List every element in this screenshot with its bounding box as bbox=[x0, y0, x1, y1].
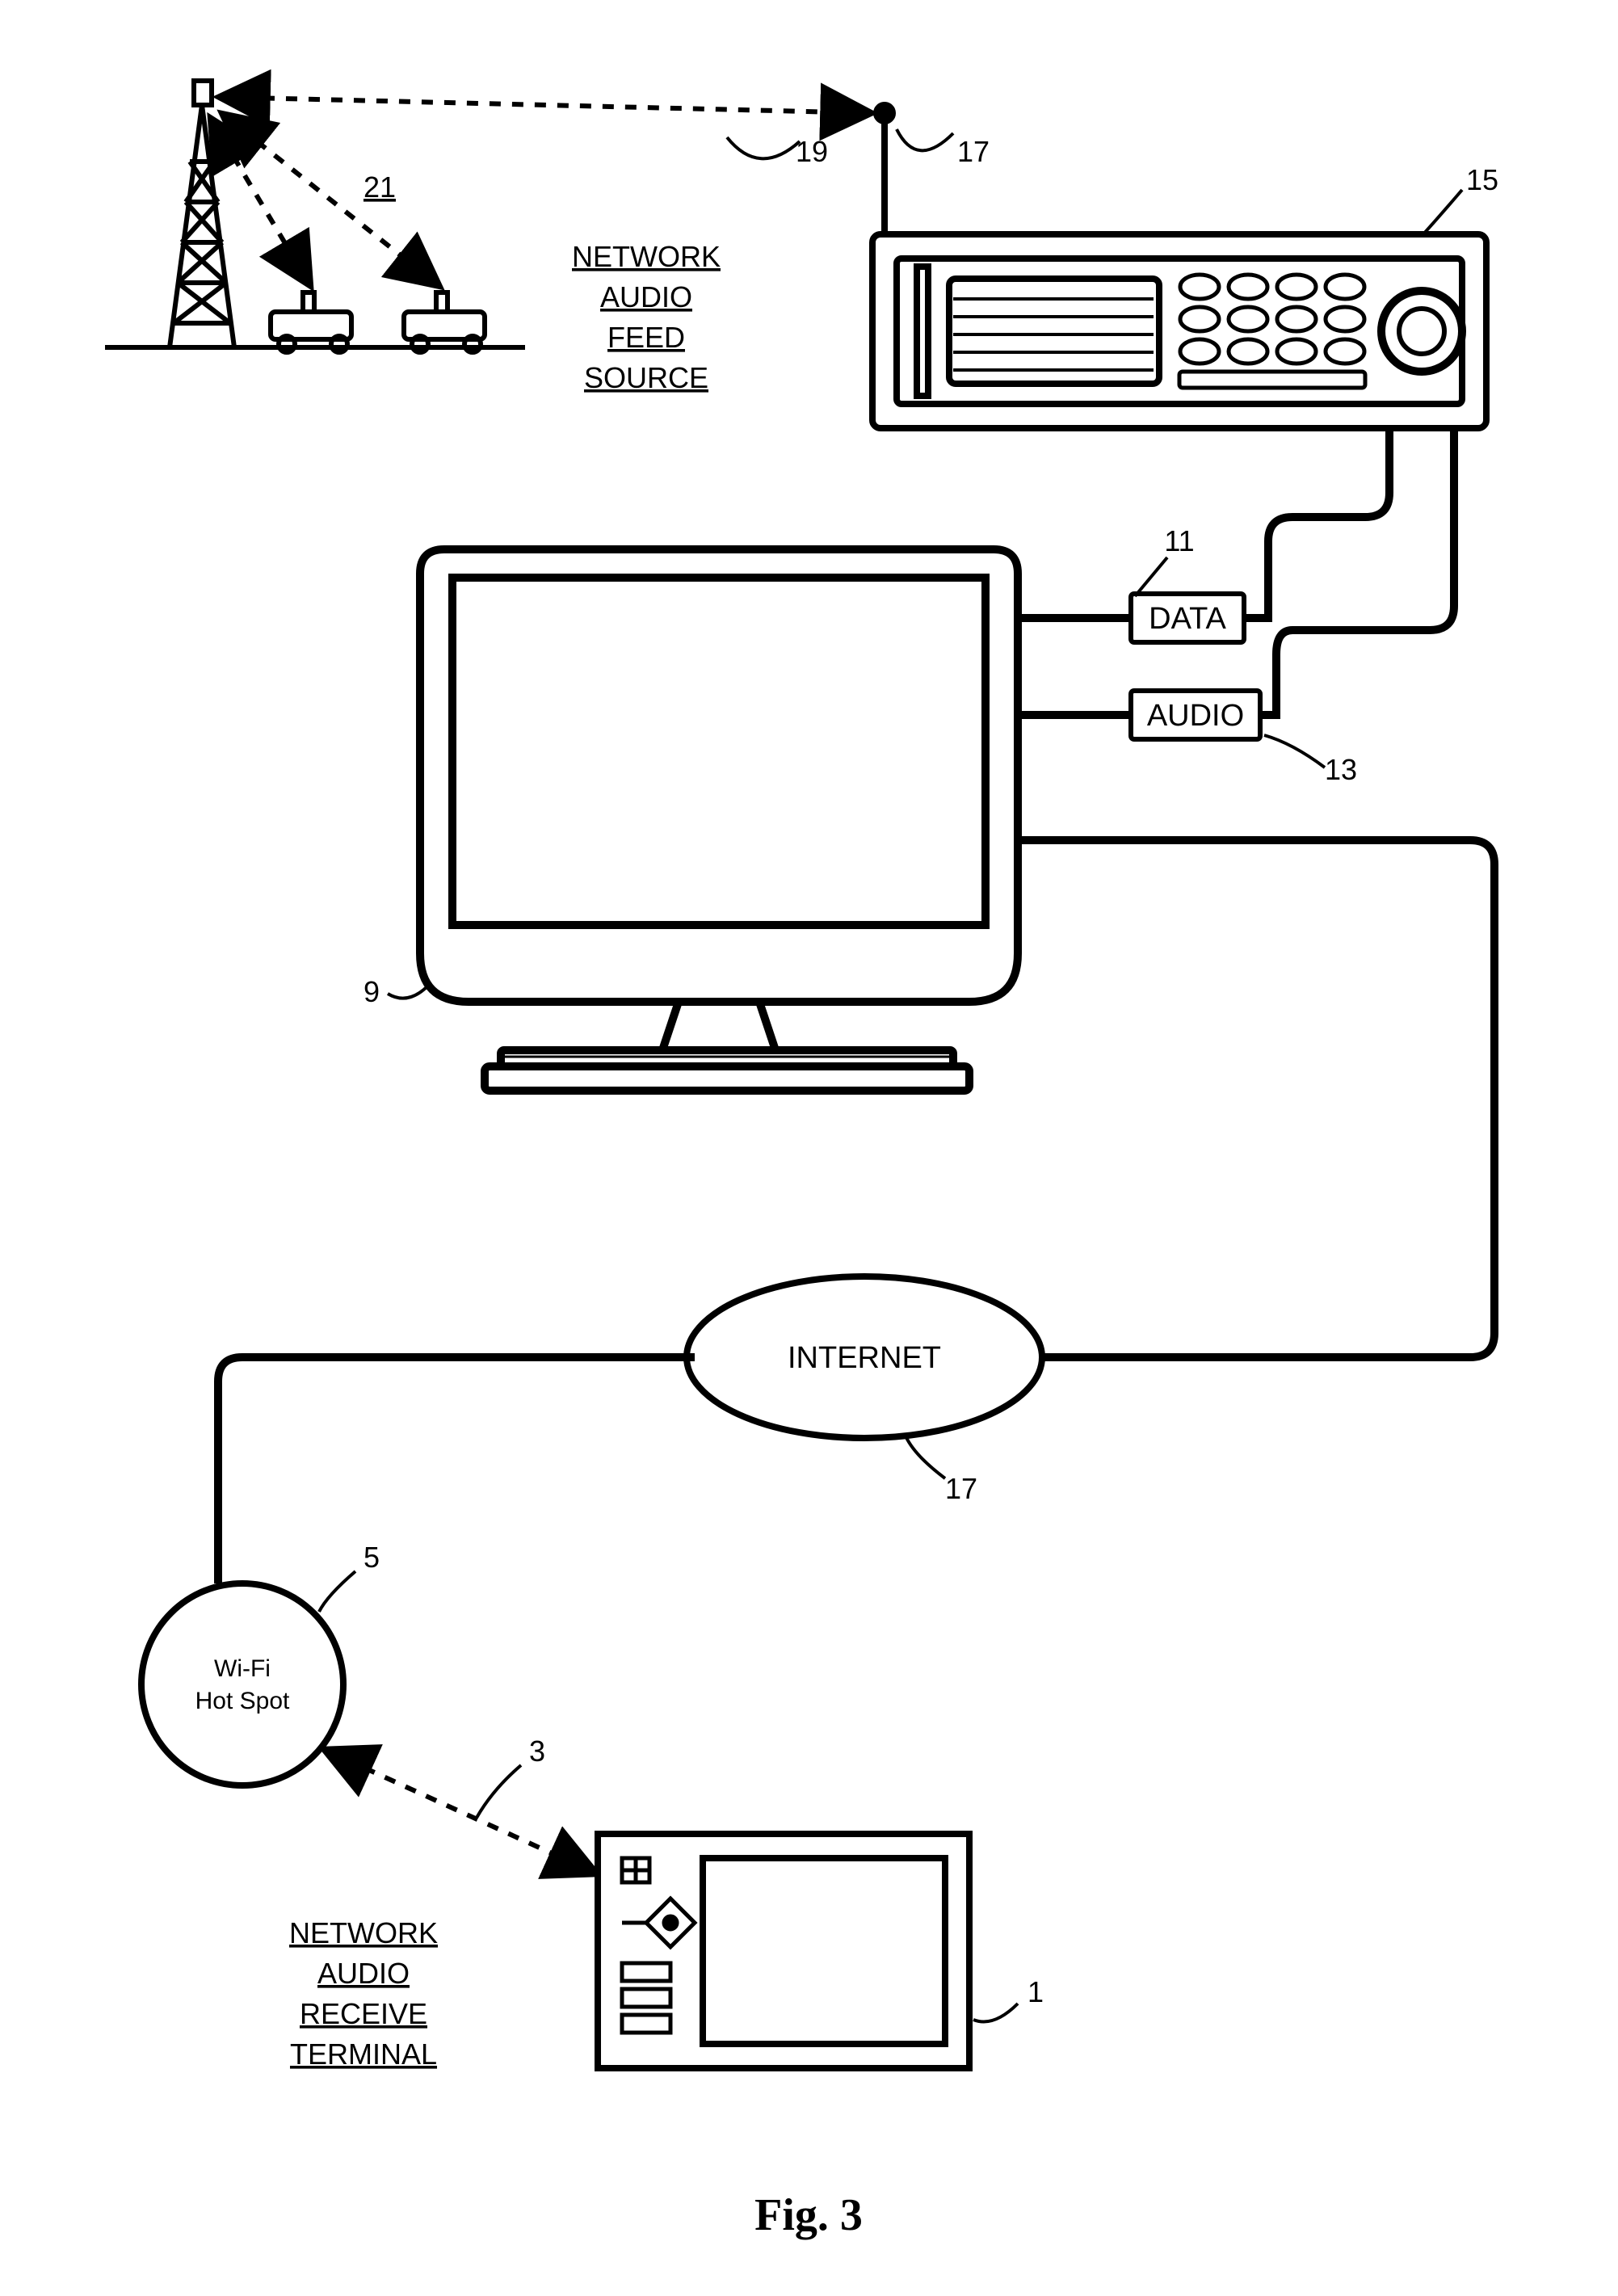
internet-cloud: INTERNET bbox=[687, 1276, 1042, 1438]
svg-text:SOURCE: SOURCE bbox=[584, 361, 708, 394]
tower-scene bbox=[105, 81, 525, 352]
leader-19 bbox=[727, 137, 800, 158]
audio-box: AUDIO bbox=[1131, 691, 1260, 739]
svg-text:DATA: DATA bbox=[1149, 602, 1226, 636]
scanner-radio bbox=[872, 234, 1486, 428]
ref-5: 5 bbox=[364, 1541, 380, 1574]
source-title: NETWORK AUDIO FEED SOURCE bbox=[572, 240, 721, 394]
svg-text:NETWORK: NETWORK bbox=[289, 1916, 438, 1949]
ref-13: 13 bbox=[1325, 753, 1357, 786]
receive-title: NETWORK AUDIO RECEIVE TERMINAL bbox=[289, 1916, 438, 2071]
computer bbox=[420, 549, 1018, 1091]
receive-terminal bbox=[598, 1834, 969, 2068]
leader-15 bbox=[1422, 190, 1462, 236]
ref-11: 11 bbox=[1164, 524, 1194, 557]
rf-links bbox=[210, 97, 872, 287]
ref-15: 15 bbox=[1466, 163, 1498, 196]
ref-21: 21 bbox=[364, 170, 396, 204]
ref-1: 1 bbox=[1028, 1975, 1044, 2008]
svg-text:AUDIO: AUDIO bbox=[317, 1957, 410, 1990]
wifi-link bbox=[323, 1749, 598, 1874]
svg-text:Hot Spot: Hot Spot bbox=[195, 1688, 290, 1714]
ref-19: 19 bbox=[796, 135, 828, 168]
svg-text:AUDIO: AUDIO bbox=[600, 280, 692, 313]
ref-17-antenna: 17 bbox=[957, 135, 990, 168]
antenna bbox=[876, 105, 893, 238]
figure-caption: Fig. 3 bbox=[754, 2190, 863, 2240]
svg-text:TERMINAL: TERMINAL bbox=[290, 2037, 437, 2071]
data-box: DATA bbox=[1131, 594, 1244, 642]
ref-9: 9 bbox=[364, 975, 380, 1008]
svg-text:NETWORK: NETWORK bbox=[572, 240, 721, 273]
vehicle-2 bbox=[404, 292, 485, 352]
leader-17a bbox=[897, 129, 953, 150]
wifi-hotspot: Wi-Fi Hot Spot bbox=[141, 1583, 343, 1785]
ref-3: 3 bbox=[529, 1735, 545, 1768]
svg-text:Wi-Fi: Wi-Fi bbox=[214, 1655, 271, 1682]
ref-17-internet: 17 bbox=[945, 1472, 977, 1505]
svg-text:INTERNET: INTERNET bbox=[788, 1341, 941, 1375]
vehicle-1 bbox=[271, 292, 351, 352]
svg-text:AUDIO: AUDIO bbox=[1147, 699, 1244, 733]
svg-text:RECEIVE: RECEIVE bbox=[300, 1997, 427, 2030]
svg-text:FEED: FEED bbox=[607, 321, 685, 354]
